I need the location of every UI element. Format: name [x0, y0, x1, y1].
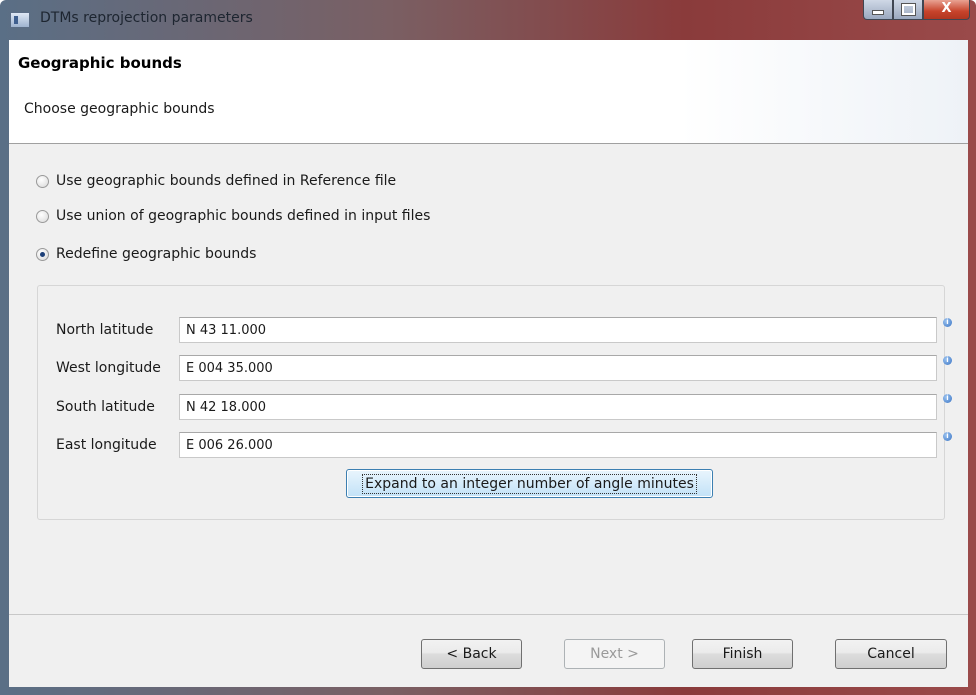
wizard-header: Geographic bounds Choose geographic boun…: [9, 40, 968, 144]
finish-button[interactable]: Finish: [692, 639, 793, 669]
east-longitude-input[interactable]: [179, 432, 937, 458]
info-icon[interactable]: i: [943, 432, 952, 441]
cancel-button[interactable]: Cancel: [835, 639, 947, 669]
info-icon[interactable]: i: [943, 394, 952, 403]
radio-redefine-bounds[interactable]: [36, 247, 49, 261]
expand-minutes-label: Expand to an integer number of angle min…: [362, 473, 697, 494]
close-button[interactable]: X: [923, 0, 970, 20]
window-controls: X: [863, 0, 970, 22]
page-subtitle: Choose geographic bounds: [24, 101, 215, 117]
option-redefine-bounds[interactable]: Redefine geographic bounds: [36, 246, 256, 262]
option-union-input-files[interactable]: Use union of geographic bounds defined i…: [36, 208, 430, 224]
back-button[interactable]: < Back: [421, 639, 522, 669]
info-icon[interactable]: i: [943, 318, 952, 327]
wizard-body: Use geographic bounds defined in Referen…: [9, 144, 968, 614]
page-title: Geographic bounds: [18, 54, 182, 72]
next-button[interactable]: Next >: [564, 639, 665, 669]
info-icon[interactable]: i: [943, 356, 952, 365]
window-title: DTMs reprojection parameters: [40, 10, 253, 26]
maximize-icon: [900, 3, 916, 16]
radio-reference-file[interactable]: [36, 174, 49, 188]
close-icon: X: [941, 1, 952, 16]
bounds-group: North latitude i West longitude i South …: [37, 285, 952, 520]
north-latitude-label: North latitude: [56, 322, 154, 338]
radio-union-input-files[interactable]: [36, 209, 49, 223]
wizard-footer: < Back Next > Finish Cancel: [9, 614, 968, 687]
minimize-button[interactable]: [863, 0, 893, 20]
north-latitude-input[interactable]: [179, 317, 937, 343]
option-label: Use geographic bounds defined in Referen…: [56, 173, 397, 189]
app-icon: [10, 12, 30, 28]
south-latitude-input[interactable]: [179, 394, 937, 420]
dialog-client: Geographic bounds Choose geographic boun…: [9, 40, 968, 687]
title-bar[interactable]: DTMs reprojection parameters X: [0, 0, 976, 40]
maximize-button[interactable]: [893, 0, 923, 20]
east-longitude-label: East longitude: [56, 437, 157, 453]
option-label: Redefine geographic bounds: [56, 246, 257, 262]
minimize-icon: [872, 10, 884, 15]
expand-minutes-button[interactable]: Expand to an integer number of angle min…: [346, 469, 713, 498]
west-longitude-input[interactable]: [179, 355, 937, 381]
option-reference-file[interactable]: Use geographic bounds defined in Referen…: [36, 173, 396, 189]
south-latitude-label: South latitude: [56, 399, 155, 415]
option-label: Use union of geographic bounds defined i…: [56, 208, 431, 224]
dialog-window: DTMs reprojection parameters X Geographi…: [0, 0, 976, 695]
west-longitude-label: West longitude: [56, 360, 161, 376]
